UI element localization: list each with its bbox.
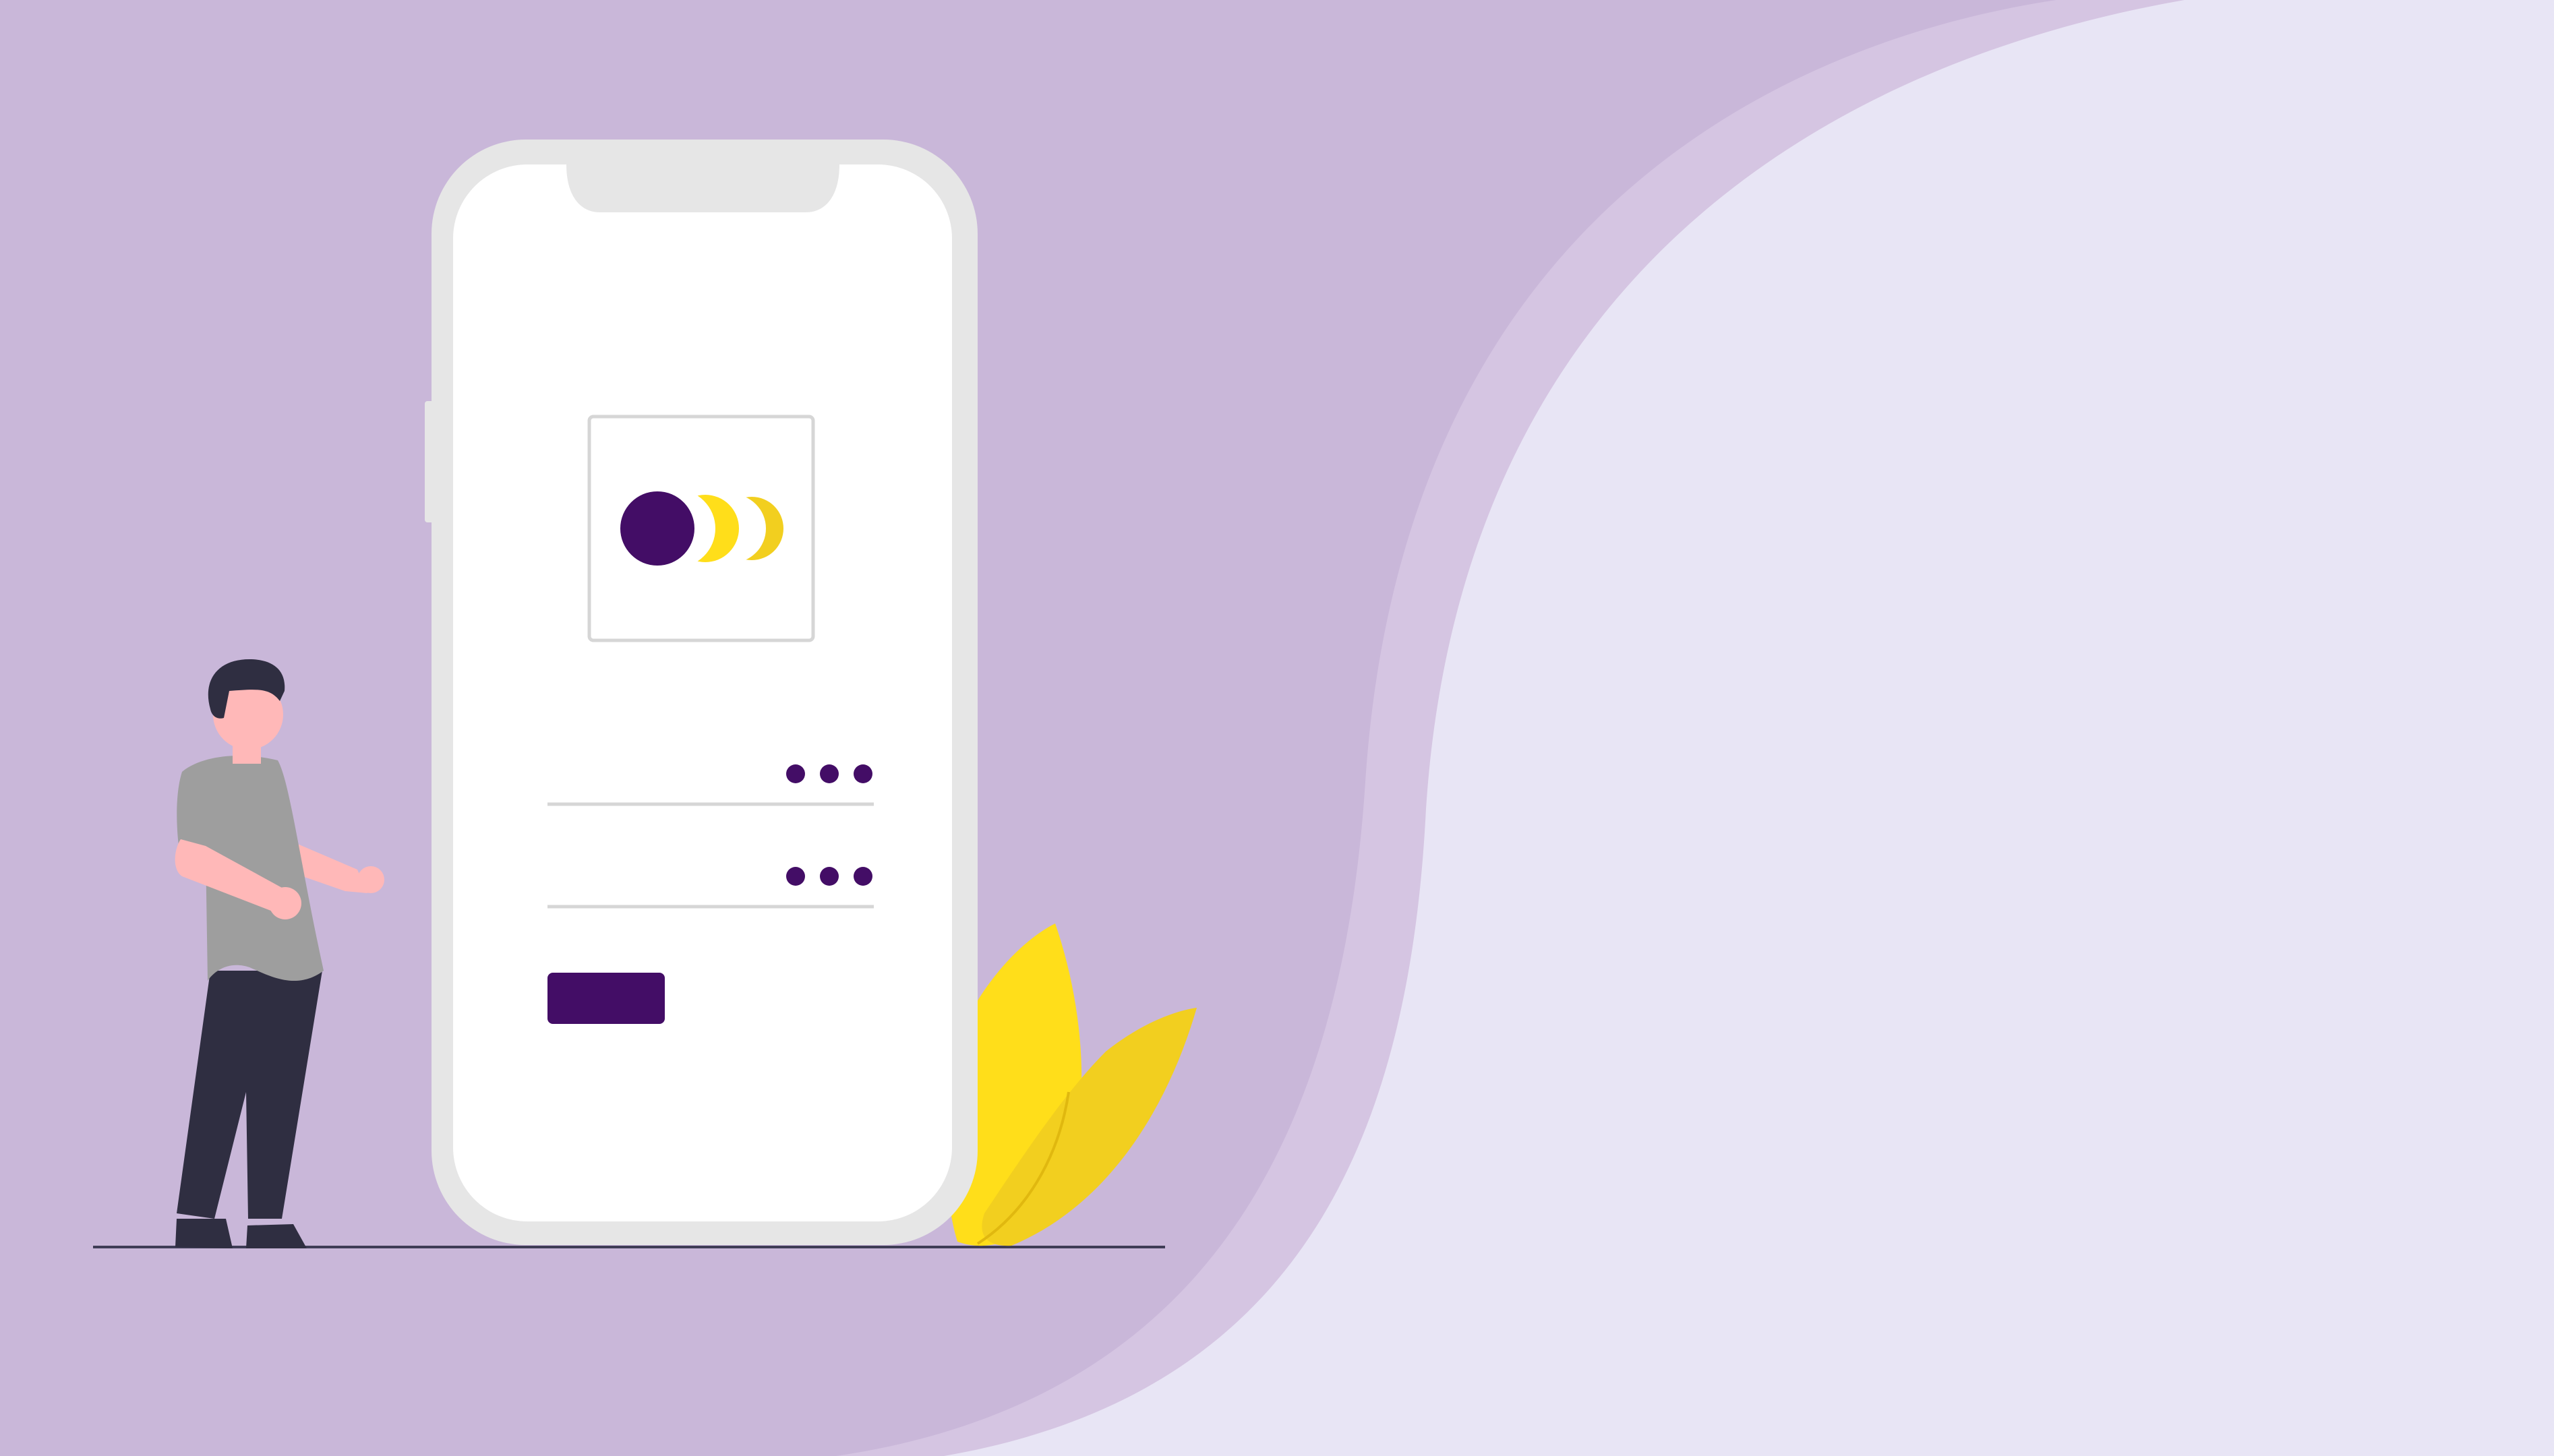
illustration-canvas [0, 0, 2554, 1456]
username-mask-dot [820, 764, 839, 783]
phone-notch [566, 164, 839, 212]
password-mask-dot [820, 867, 839, 886]
phone-screen [453, 164, 952, 1221]
password-mask-dot [786, 867, 805, 886]
person-shoe-left [175, 1219, 233, 1248]
password-mask-dot [854, 867, 872, 886]
username-mask-dot [786, 764, 805, 783]
username-mask-dot [854, 764, 872, 783]
logo-box [587, 415, 815, 642]
username-field[interactable] [547, 741, 875, 806]
splash-screen [0, 0, 2554, 1456]
three-circles-logo [620, 491, 694, 566]
person-hand-back [357, 866, 384, 893]
login-button[interactable] [547, 973, 665, 1024]
phone-mockup [425, 140, 978, 1245]
person-hand-front [269, 887, 301, 919]
password-field[interactable] [547, 844, 875, 909]
